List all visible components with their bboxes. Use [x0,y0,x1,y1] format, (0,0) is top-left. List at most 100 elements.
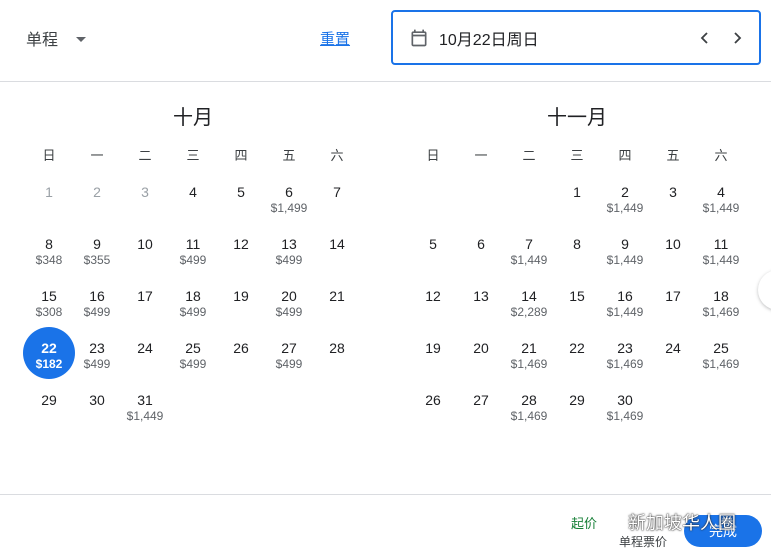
day-cell[interactable]: 2 $1,449 [601,178,649,230]
day-cell[interactable]: 14 [313,230,361,282]
day-number: 7 [525,236,533,252]
day-price: $1,449 [126,409,164,423]
day-cell[interactable]: 19 [217,282,265,334]
day-cell[interactable]: 26 [217,334,265,386]
day-cell[interactable]: 11 $1,449 [697,230,745,282]
day-cell[interactable]: 12 [409,282,457,334]
day-number: 5 [237,184,245,200]
departure-date-value: 10月22日周日 [439,31,539,49]
day-cell[interactable]: 4 [169,178,217,230]
day-number: 25 [713,340,729,356]
day-cell[interactable]: 10 [649,230,697,282]
day-cell[interactable]: 5 [217,178,265,230]
day-cell[interactable]: 20 [457,334,505,386]
day-cell[interactable]: 7 [313,178,361,230]
day-cell[interactable]: 27 $499 [265,334,313,386]
weekday-label: 六 [714,148,728,163]
day-number: 15 [41,288,57,304]
day-cell[interactable]: 25 $499 [169,334,217,386]
day-cell[interactable]: 30 $1,469 [601,386,649,438]
day-cell: 3 [121,178,169,230]
day-price: $499 [179,253,207,267]
selected-day-cell[interactable]: 22 $182 [23,327,75,386]
day-cell[interactable]: 17 [121,282,169,334]
day-price: $1,469 [606,409,644,423]
day-cell[interactable]: 15 [553,282,601,334]
day-cell: 1 [25,178,73,230]
day-cell[interactable]: 16 $499 [73,282,121,334]
day-cell[interactable]: 28 $1,469 [505,386,553,438]
day-number: 8 [573,236,581,252]
day-cell[interactable]: 31 $1,449 [121,386,169,438]
day-cell[interactable]: 6 [457,230,505,282]
day-cell: 2 [73,178,121,230]
day-cell[interactable]: 29 [25,386,73,438]
day-number: 1 [45,184,53,200]
reset-button[interactable]: 重置 [320,28,350,49]
day-cell[interactable]: 10 [121,230,169,282]
day-cell[interactable]: 12 [217,230,265,282]
day-cell[interactable]: 13 [457,282,505,334]
day-price: $1,469 [510,357,548,371]
day-cell[interactable]: 5 [409,230,457,282]
day-cell[interactable]: 4 $1,449 [697,178,745,230]
day-cell[interactable]: 29 [553,386,601,438]
day-cell[interactable]: 23 $1,469 [601,334,649,386]
next-date-button[interactable] [721,22,753,54]
day-cell[interactable]: 13 $499 [265,230,313,282]
day-price: $1,469 [702,357,740,371]
departure-date-field[interactable]: 10月22日周日 [391,10,761,65]
weekday-label: 三 [570,148,584,163]
day-cell[interactable]: 28 [313,334,361,386]
day-cell[interactable]: 21 [313,282,361,334]
day-number: 10 [137,236,153,252]
day-number: 19 [425,340,441,356]
caret-down-icon [76,36,87,42]
day-cell[interactable]: 16 $1,449 [601,282,649,334]
day-cell[interactable]: 7 $1,449 [505,230,553,282]
day-cell[interactable]: 1 [553,178,601,230]
day-number: 6 [285,184,293,200]
day-cell[interactable]: 3 [649,178,697,230]
trip-type-dropdown[interactable]: 单程 [26,26,87,50]
day-number: 15 [569,288,585,304]
day-number: 21 [329,288,345,304]
day-cell[interactable]: 19 [409,334,457,386]
day-cell[interactable]: 25 $1,469 [697,334,745,386]
day-number: 3 [669,184,677,200]
day-cell[interactable]: 18 $1,469 [697,282,745,334]
day-cell[interactable]: 8 $348 [25,230,73,282]
day-cell[interactable]: 22 [553,334,601,386]
day-cell[interactable]: 23 $499 [73,334,121,386]
day-number: 20 [473,340,489,356]
day-cell[interactable]: 6 $1,499 [265,178,313,230]
day-cell[interactable]: 20 $499 [265,282,313,334]
day-number: 26 [233,340,249,356]
day-cell[interactable]: 26 [409,386,457,438]
scroll-next-month-button[interactable] [758,270,771,310]
day-cell[interactable]: 27 [457,386,505,438]
weekday-label: 四 [234,148,248,163]
day-cell[interactable]: 11 $499 [169,230,217,282]
day-cell[interactable]: 8 [553,230,601,282]
day-cell[interactable]: 24 [649,334,697,386]
day-cell[interactable]: 21 $1,469 [505,334,553,386]
day-cell[interactable]: 24 [121,334,169,386]
day-number: 17 [137,288,153,304]
day-cell[interactable]: 14 $2,289 [505,282,553,334]
month-title: 十月 [173,107,213,129]
day-cell[interactable]: 18 $499 [169,282,217,334]
day-cell[interactable]: 9 $355 [73,230,121,282]
previous-date-button[interactable] [689,22,721,54]
day-number: 5 [429,236,437,252]
weekday-label: 一 [90,148,104,163]
day-price: $1,449 [702,201,740,215]
day-cell[interactable]: 30 [73,386,121,438]
day-cell[interactable]: 17 [649,282,697,334]
day-number: 12 [233,236,249,252]
date-picker-footer: 起价 单程票价 完成 新加坡华人圈 [0,494,771,557]
day-cell[interactable]: 9 $1,449 [601,230,649,282]
price-type-label: 单程票价 [619,535,668,549]
day-number: 30 [617,392,633,408]
day-price: $1,469 [606,357,644,371]
